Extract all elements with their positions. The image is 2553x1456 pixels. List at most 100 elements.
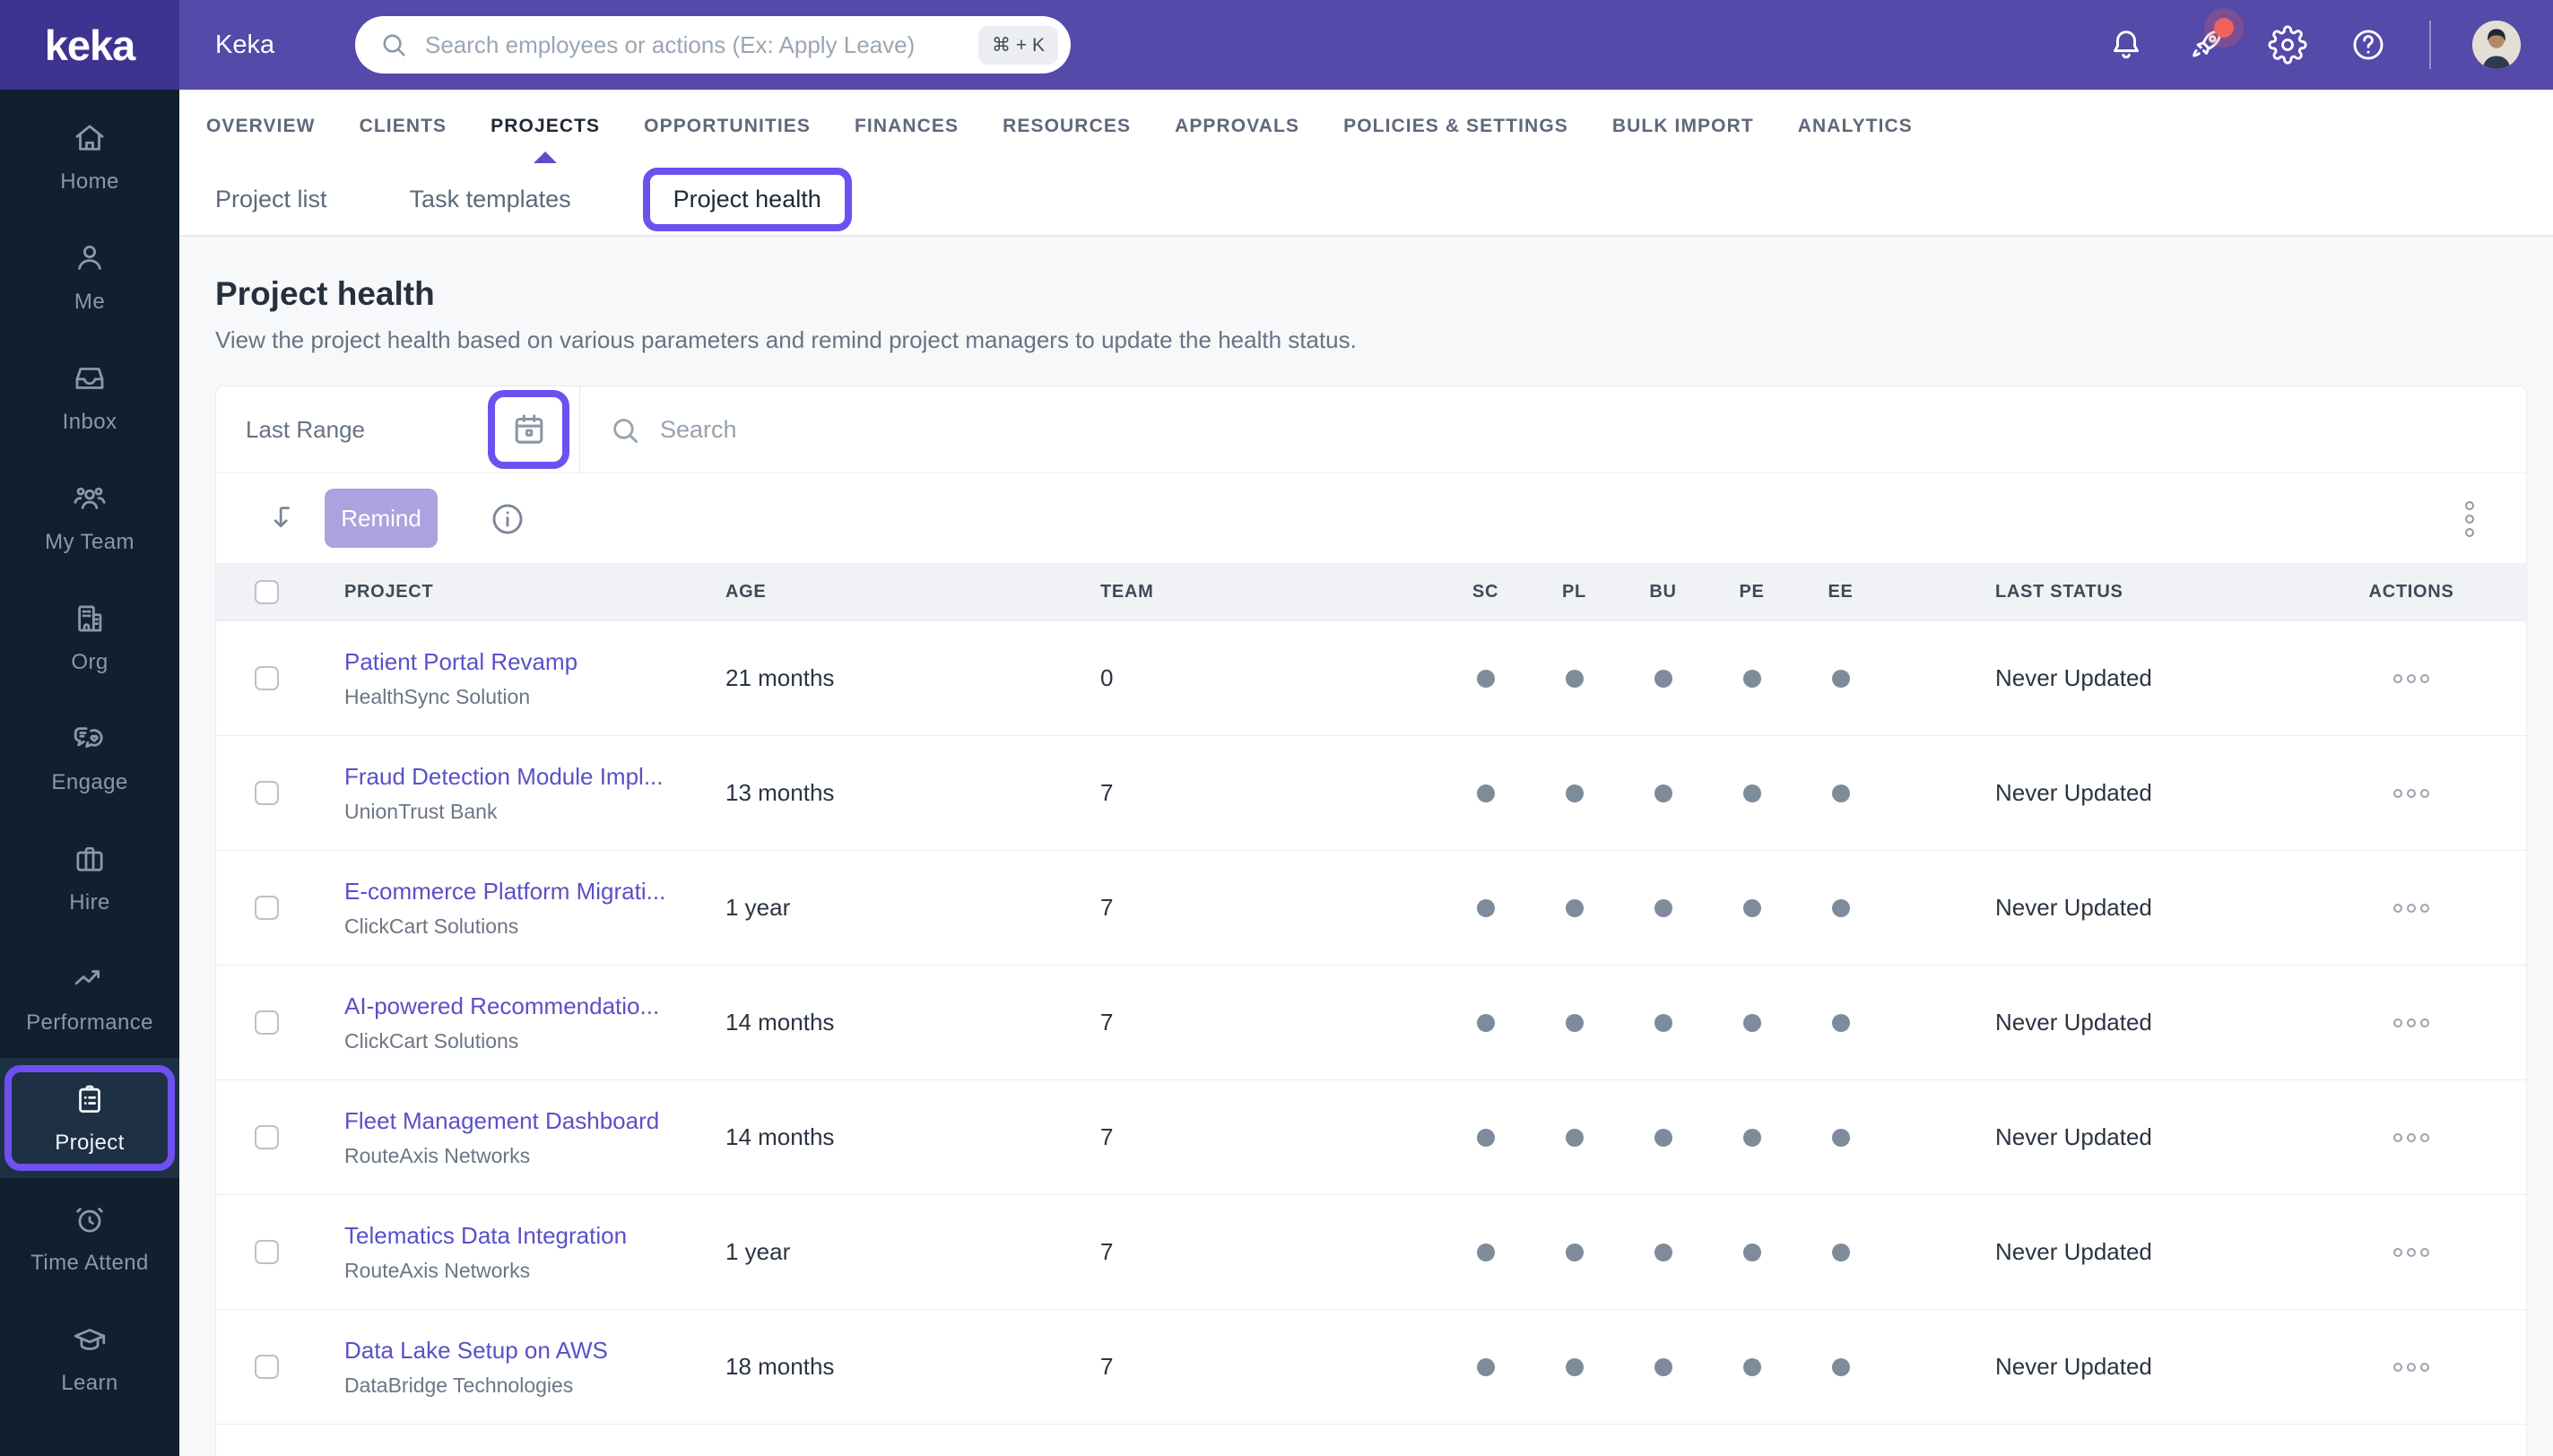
help-icon[interactable] bbox=[2349, 25, 2388, 65]
tab-analytics[interactable]: ANALYTICS bbox=[1798, 90, 1913, 163]
row-checkbox[interactable] bbox=[255, 1240, 279, 1264]
sidebar-item-label: Learn bbox=[61, 1371, 118, 1395]
health-status-dot bbox=[1742, 1013, 1761, 1032]
column-header-age: AGE bbox=[725, 581, 767, 602]
project-link[interactable]: E-commerce Platform Migrati... bbox=[344, 878, 703, 906]
table-body: Patient Portal Revamp HealthSync Solution… bbox=[216, 620, 2526, 1456]
health-status-dot bbox=[1742, 669, 1761, 688]
cell-last-status: Never Updated bbox=[1995, 1123, 2152, 1150]
table-search-input[interactable]: Search bbox=[660, 386, 737, 473]
info-icon[interactable] bbox=[488, 499, 527, 539]
calendar-icon[interactable] bbox=[508, 409, 550, 450]
tab-bulk-import[interactable]: BULK IMPORT bbox=[1612, 90, 1754, 163]
sidebar-item-home[interactable]: Home bbox=[0, 97, 179, 217]
health-status-dot bbox=[1565, 784, 1584, 802]
row-checkbox[interactable] bbox=[255, 666, 279, 690]
subtab-project-list[interactable]: Project list bbox=[215, 186, 327, 213]
sidebar: Home Me Inbox My Team Org Engage Hire Performan… bbox=[0, 90, 179, 1456]
health-status-dot bbox=[1831, 1357, 1850, 1376]
sidebar-item-inbox[interactable]: Inbox bbox=[0, 337, 179, 457]
table-row: Data Lake Setup on AWS DataBridge Technol… bbox=[216, 1309, 2526, 1424]
sidebar-item-hire[interactable]: Hire bbox=[0, 818, 179, 938]
settings-gear-icon[interactable] bbox=[2268, 25, 2307, 65]
health-status-dot bbox=[1476, 898, 1495, 917]
cell-last-status: Never Updated bbox=[1995, 1009, 2152, 1036]
row-checkbox[interactable] bbox=[255, 1010, 279, 1035]
sort-descending-icon[interactable] bbox=[265, 499, 303, 537]
row-actions-menu[interactable] bbox=[2388, 784, 2435, 803]
sidebar-item-me[interactable]: Me bbox=[0, 217, 179, 337]
table-options-menu[interactable] bbox=[2462, 498, 2478, 541]
tab-projects[interactable]: PROJECTS bbox=[491, 90, 600, 163]
hire-icon bbox=[71, 840, 109, 878]
remind-button[interactable]: Remind bbox=[325, 489, 438, 548]
sidebar-item-performance[interactable]: Performance bbox=[0, 938, 179, 1058]
cell-team: 7 bbox=[1100, 1238, 1114, 1265]
project-link[interactable]: Fleet Management Dashboard bbox=[344, 1107, 703, 1135]
last-range-filter[interactable]: Last Range bbox=[246, 386, 365, 473]
row-actions-menu[interactable] bbox=[2388, 1128, 2435, 1148]
notifications-bell-icon[interactable] bbox=[2106, 25, 2146, 65]
whats-new-rocket-icon[interactable] bbox=[2187, 18, 2234, 65]
health-status-dot bbox=[1476, 1128, 1495, 1147]
column-header-ee: EE bbox=[1828, 581, 1854, 602]
table-row: ETL Pipeline Optimizati... bbox=[216, 1424, 2526, 1456]
sidebar-item-learn[interactable]: Learn bbox=[0, 1298, 179, 1418]
column-header-team: TEAM bbox=[1100, 581, 1154, 602]
keka-logo[interactable]: keka bbox=[0, 0, 179, 90]
row-checkbox[interactable] bbox=[255, 896, 279, 920]
project-link[interactable]: AI-powered Recommendatio... bbox=[344, 992, 703, 1020]
tab-overview[interactable]: OVERVIEW bbox=[206, 90, 316, 163]
health-status-dot bbox=[1476, 784, 1495, 802]
project-link[interactable]: Fraud Detection Module Impl... bbox=[344, 763, 703, 791]
cell-team: 7 bbox=[1100, 894, 1114, 921]
sidebar-item-label: Time Attend bbox=[30, 1251, 149, 1275]
user-avatar[interactable] bbox=[2472, 21, 2521, 69]
tab-policies-settings[interactable]: POLICIES & SETTINGS bbox=[1343, 90, 1568, 163]
health-status-dot bbox=[1831, 1243, 1850, 1261]
tab-clients[interactable]: CLIENTS bbox=[360, 90, 447, 163]
row-checkbox[interactable] bbox=[255, 1355, 279, 1379]
row-actions-menu[interactable] bbox=[2388, 669, 2435, 689]
select-all-checkbox[interactable] bbox=[255, 579, 279, 604]
row-checkbox[interactable] bbox=[255, 1125, 279, 1149]
project-link[interactable]: Patient Portal Revamp bbox=[344, 648, 703, 676]
sidebar-item-label: Home bbox=[60, 169, 119, 194]
cell-last-status: Never Updated bbox=[1995, 1353, 2152, 1380]
table-header: PROJECT AGE TEAM SC PL BU PE EE LAST STA… bbox=[216, 563, 2526, 620]
tab-resources[interactable]: RESOURCES bbox=[1003, 90, 1131, 163]
health-status-dot bbox=[1654, 1243, 1672, 1261]
row-actions-menu[interactable] bbox=[2388, 898, 2435, 918]
subtab-project-health[interactable]: Project health bbox=[673, 186, 821, 213]
cell-team: 0 bbox=[1100, 664, 1114, 691]
global-search-input[interactable]: Search employees or actions (Ex: Apply L… bbox=[355, 16, 1071, 74]
sidebar-item-time-attend[interactable]: Time Attend bbox=[0, 1178, 179, 1298]
health-status-dot bbox=[1742, 898, 1761, 917]
subtab-task-templates[interactable]: Task templates bbox=[410, 186, 571, 213]
row-actions-menu[interactable] bbox=[2388, 1357, 2435, 1377]
sidebar-item-project[interactable]: Project bbox=[0, 1058, 179, 1178]
page-description: View the project health based on various… bbox=[215, 326, 1357, 353]
sidebar-item-label: Inbox bbox=[62, 410, 117, 434]
sidebar-item-org[interactable]: Org bbox=[0, 577, 179, 698]
row-actions-menu[interactable] bbox=[2388, 1243, 2435, 1262]
sidebar-item-engage[interactable]: Engage bbox=[0, 698, 179, 818]
filter-divider bbox=[579, 386, 580, 473]
row-checkbox[interactable] bbox=[255, 781, 279, 805]
row-actions-menu[interactable] bbox=[2388, 1013, 2435, 1033]
project-client: ClickCart Solutions bbox=[344, 914, 519, 938]
team-icon bbox=[71, 480, 109, 517]
health-status-dot bbox=[1742, 1128, 1761, 1147]
time-icon bbox=[71, 1200, 109, 1238]
sidebar-item-my-team[interactable]: My Team bbox=[0, 457, 179, 577]
sidebar-item-label: My Team bbox=[45, 530, 135, 554]
tab-finances[interactable]: FINANCES bbox=[855, 90, 959, 163]
tab-opportunities[interactable]: OPPORTUNITIES bbox=[644, 90, 811, 163]
cell-team: 7 bbox=[1100, 1123, 1114, 1150]
tab-approvals[interactable]: APPROVALS bbox=[1175, 90, 1299, 163]
project-link[interactable]: Data Lake Setup on AWS bbox=[344, 1337, 703, 1365]
health-status-dot bbox=[1831, 784, 1850, 802]
project-link[interactable]: Telematics Data Integration bbox=[344, 1222, 703, 1250]
cell-age: 14 months bbox=[725, 1123, 835, 1150]
search-icon bbox=[378, 30, 409, 60]
